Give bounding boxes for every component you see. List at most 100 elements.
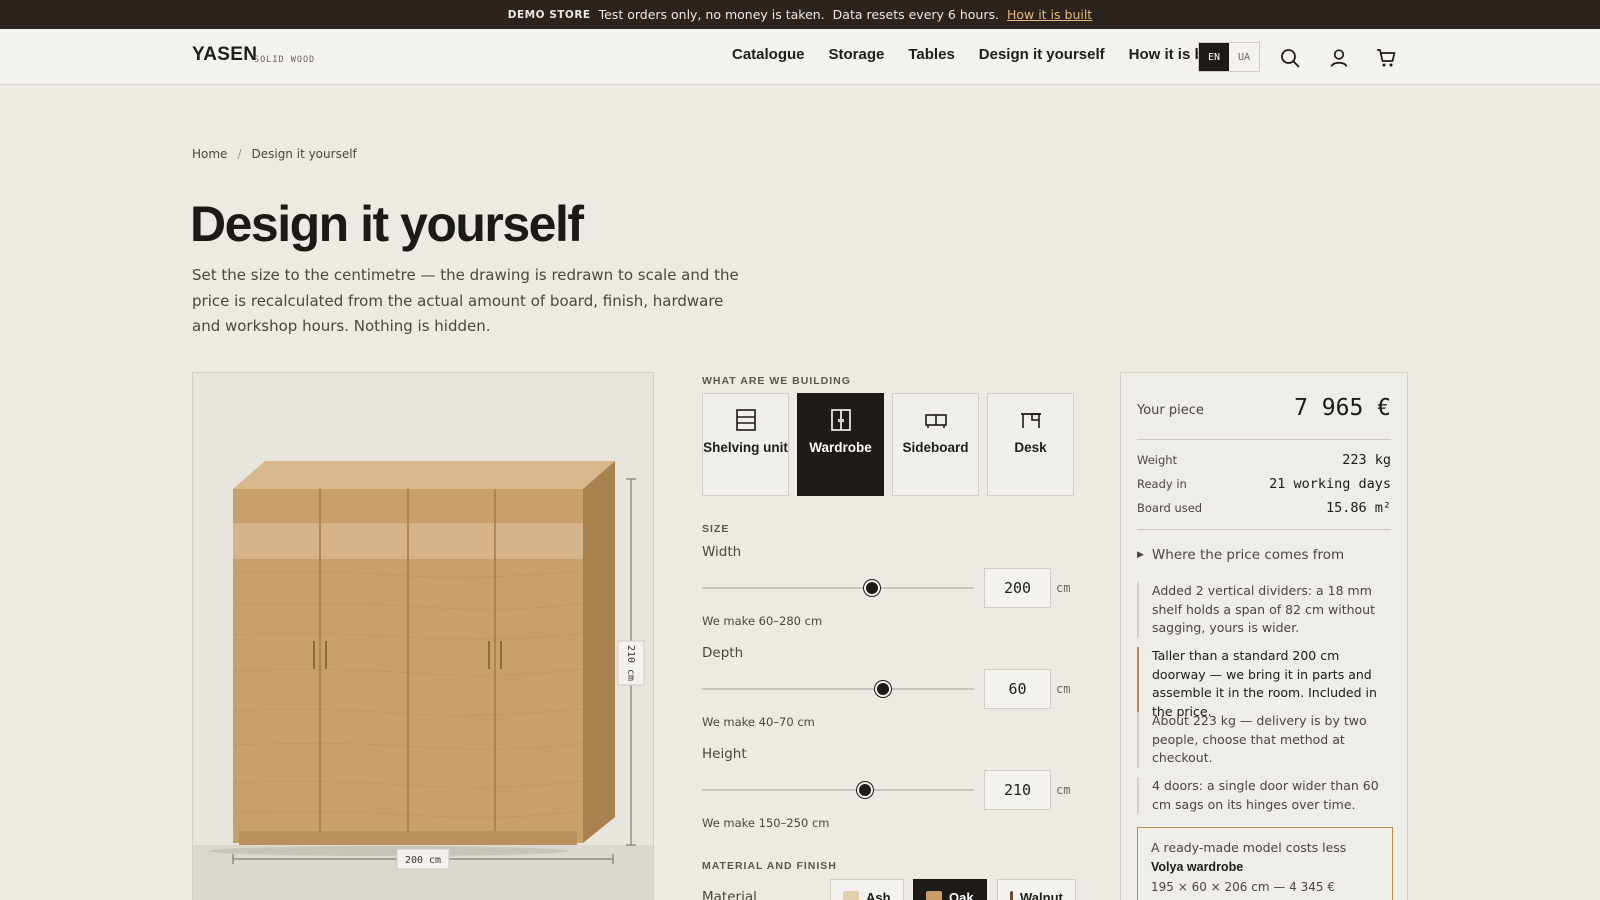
type-label: Sideboard <box>902 440 969 455</box>
page-lead: Set the size to the centimetre — the dra… <box>192 266 739 335</box>
type-wardrobe[interactable]: Wardrobe <box>797 393 884 496</box>
price-breakdown-toggle[interactable]: ▶ Where the price comes from <box>1137 547 1344 563</box>
material-section-label: MATERIAL AND FINISH <box>702 860 837 872</box>
site-header: YASEN SOLID WOOD Catalogue Storage Table… <box>0 29 1600 85</box>
width-slider-knob[interactable] <box>864 580 880 596</box>
ready-made-name[interactable]: Volya wardrobe <box>1151 860 1379 874</box>
spec-value: 21 working days <box>1269 476 1391 492</box>
depth-slider-knob[interactable] <box>875 681 892 697</box>
height-dimension-label: 210 cm <box>625 645 636 681</box>
material-oak[interactable]: Oak <box>913 879 987 900</box>
main-nav: Catalogue Storage Tables Design it yours… <box>732 46 1226 63</box>
demo-tag: DEMO STORE <box>507 8 591 21</box>
material-ash[interactable]: Ash <box>830 879 904 900</box>
height-hint: We make 150–250 cm <box>702 816 830 830</box>
search-icon[interactable] <box>1279 47 1301 69</box>
demo-text: Test orders only, no money is taken. <box>598 7 825 22</box>
demo-how-link[interactable]: How it is built <box>1007 7 1092 22</box>
price-note: Added 2 vertical dividers: a 18 mm shelf… <box>1137 582 1393 639</box>
price-label: Your piece <box>1137 403 1204 418</box>
width-unit: cm <box>1056 581 1071 595</box>
depth-slider[interactable] <box>702 679 974 699</box>
shelving-icon <box>735 409 756 431</box>
page-title: Design it yourself <box>190 196 584 252</box>
height-label: Height <box>702 746 747 762</box>
logo-subtitle: SOLID WOOD <box>254 55 316 65</box>
breadcrumb-current: Design it yourself <box>251 147 357 161</box>
spec-divider <box>1137 529 1391 530</box>
sideboard-icon <box>924 414 947 428</box>
height-slider-knob[interactable] <box>857 782 874 798</box>
price-breakdown-label: Where the price comes from <box>1151 547 1345 563</box>
oak-swatch <box>926 891 942 900</box>
demo-reset-text: Data resets every 6 hours. <box>832 7 999 22</box>
price-divider <box>1137 439 1391 440</box>
wardrobe-icon <box>830 409 851 431</box>
nav-tables[interactable]: Tables <box>908 46 954 63</box>
breadcrumb-separator: / <box>237 147 242 161</box>
width-hint: We make 60–280 cm <box>702 614 823 628</box>
price-note: 4 doors: a single door wider than 60 cm … <box>1137 777 1393 815</box>
material-label: Ash <box>866 889 891 900</box>
breadcrumb-home[interactable]: Home <box>192 147 227 161</box>
depth-hint: We make 40–70 cm <box>702 715 815 729</box>
wardrobe-preview: 210 cm 200 cm <box>192 372 654 900</box>
wardrobe-plinth <box>239 831 577 845</box>
desk-icon <box>1020 413 1041 428</box>
breadcrumb: Home / Design it yourself <box>192 147 357 161</box>
spec-key: Board used <box>1137 501 1203 515</box>
lang-ua[interactable]: UA <box>1229 43 1259 71</box>
size-section-label: SIZE <box>702 523 730 535</box>
logo[interactable]: YASEN <box>192 44 257 66</box>
depth-slider-track <box>702 688 974 690</box>
nav-storage[interactable]: Storage <box>829 46 885 63</box>
width-dimension-label: 200 cm <box>405 855 441 866</box>
cart-icon[interactable] <box>1375 47 1397 69</box>
height-input[interactable]: 210 <box>984 770 1051 810</box>
lang-en[interactable]: EN <box>1199 43 1229 71</box>
language-switch: EN UA <box>1198 42 1260 72</box>
width-slider-track <box>702 587 974 589</box>
depth-label: Depth <box>702 645 744 661</box>
nav-design-it-yourself[interactable]: Design it yourself <box>979 46 1105 63</box>
depth-input[interactable]: 60 <box>984 669 1051 709</box>
material-row: Material Ash Oak Walnut <box>702 879 1076 900</box>
type-desk[interactable]: Desk <box>987 393 1074 496</box>
user-icon[interactable] <box>1328 47 1350 69</box>
wardrobe-drawing: 210 cm 200 cm <box>193 461 653 900</box>
price-value: 7 965 € <box>1294 395 1391 421</box>
height-unit: cm <box>1056 783 1071 797</box>
height-slider[interactable] <box>702 780 974 800</box>
type-label: Desk <box>1014 440 1047 455</box>
ready-made-intro: A ready-made model costs less <box>1151 840 1347 855</box>
wardrobe-top <box>233 461 615 489</box>
width-label: Width <box>702 544 742 560</box>
width-slider[interactable] <box>702 578 974 598</box>
type-shelving-unit[interactable]: Shelving unit <box>702 393 789 496</box>
spec-row-ready: Ready in 21 working days <box>1137 476 1391 492</box>
shadow <box>209 846 569 856</box>
spec-key: Ready in <box>1137 477 1187 491</box>
price-panel: Your piece 7 965 € Weight 223 kg Ready i… <box>1120 372 1408 900</box>
price-note-warning: Taller than a standard 200 cm doorway — … <box>1137 647 1393 722</box>
price-note: About 223 kg — delivery is by two people… <box>1137 712 1393 769</box>
spec-row-board: Board used 15.86 m² <box>1137 500 1391 516</box>
type-sideboard[interactable]: Sideboard <box>892 393 979 496</box>
width-input[interactable]: 200 <box>984 568 1051 608</box>
material-walnut[interactable]: Walnut <box>997 879 1076 900</box>
ready-made-suggestion[interactable]: A ready-made model costs less Volya ward… <box>1137 827 1393 900</box>
depth-unit: cm <box>1056 682 1071 696</box>
type-selector: Shelving unit Wardrobe Sideboard Desk <box>702 393 1074 496</box>
walnut-swatch <box>1010 891 1013 900</box>
wardrobe-side <box>583 461 615 843</box>
nav-catalogue[interactable]: Catalogue <box>732 46 805 63</box>
spec-key: Weight <box>1137 453 1178 467</box>
spec-value: 15.86 m² <box>1325 500 1391 516</box>
spec-row-weight: Weight 223 kg <box>1137 452 1391 468</box>
material-label: Walnut <box>1020 889 1063 900</box>
demo-banner: DEMO STORE Test orders only, no money is… <box>0 0 1600 29</box>
material-label: Oak <box>949 889 974 900</box>
type-label: Wardrobe <box>809 440 872 455</box>
height-slider-track <box>702 789 974 791</box>
ash-swatch <box>843 891 859 900</box>
